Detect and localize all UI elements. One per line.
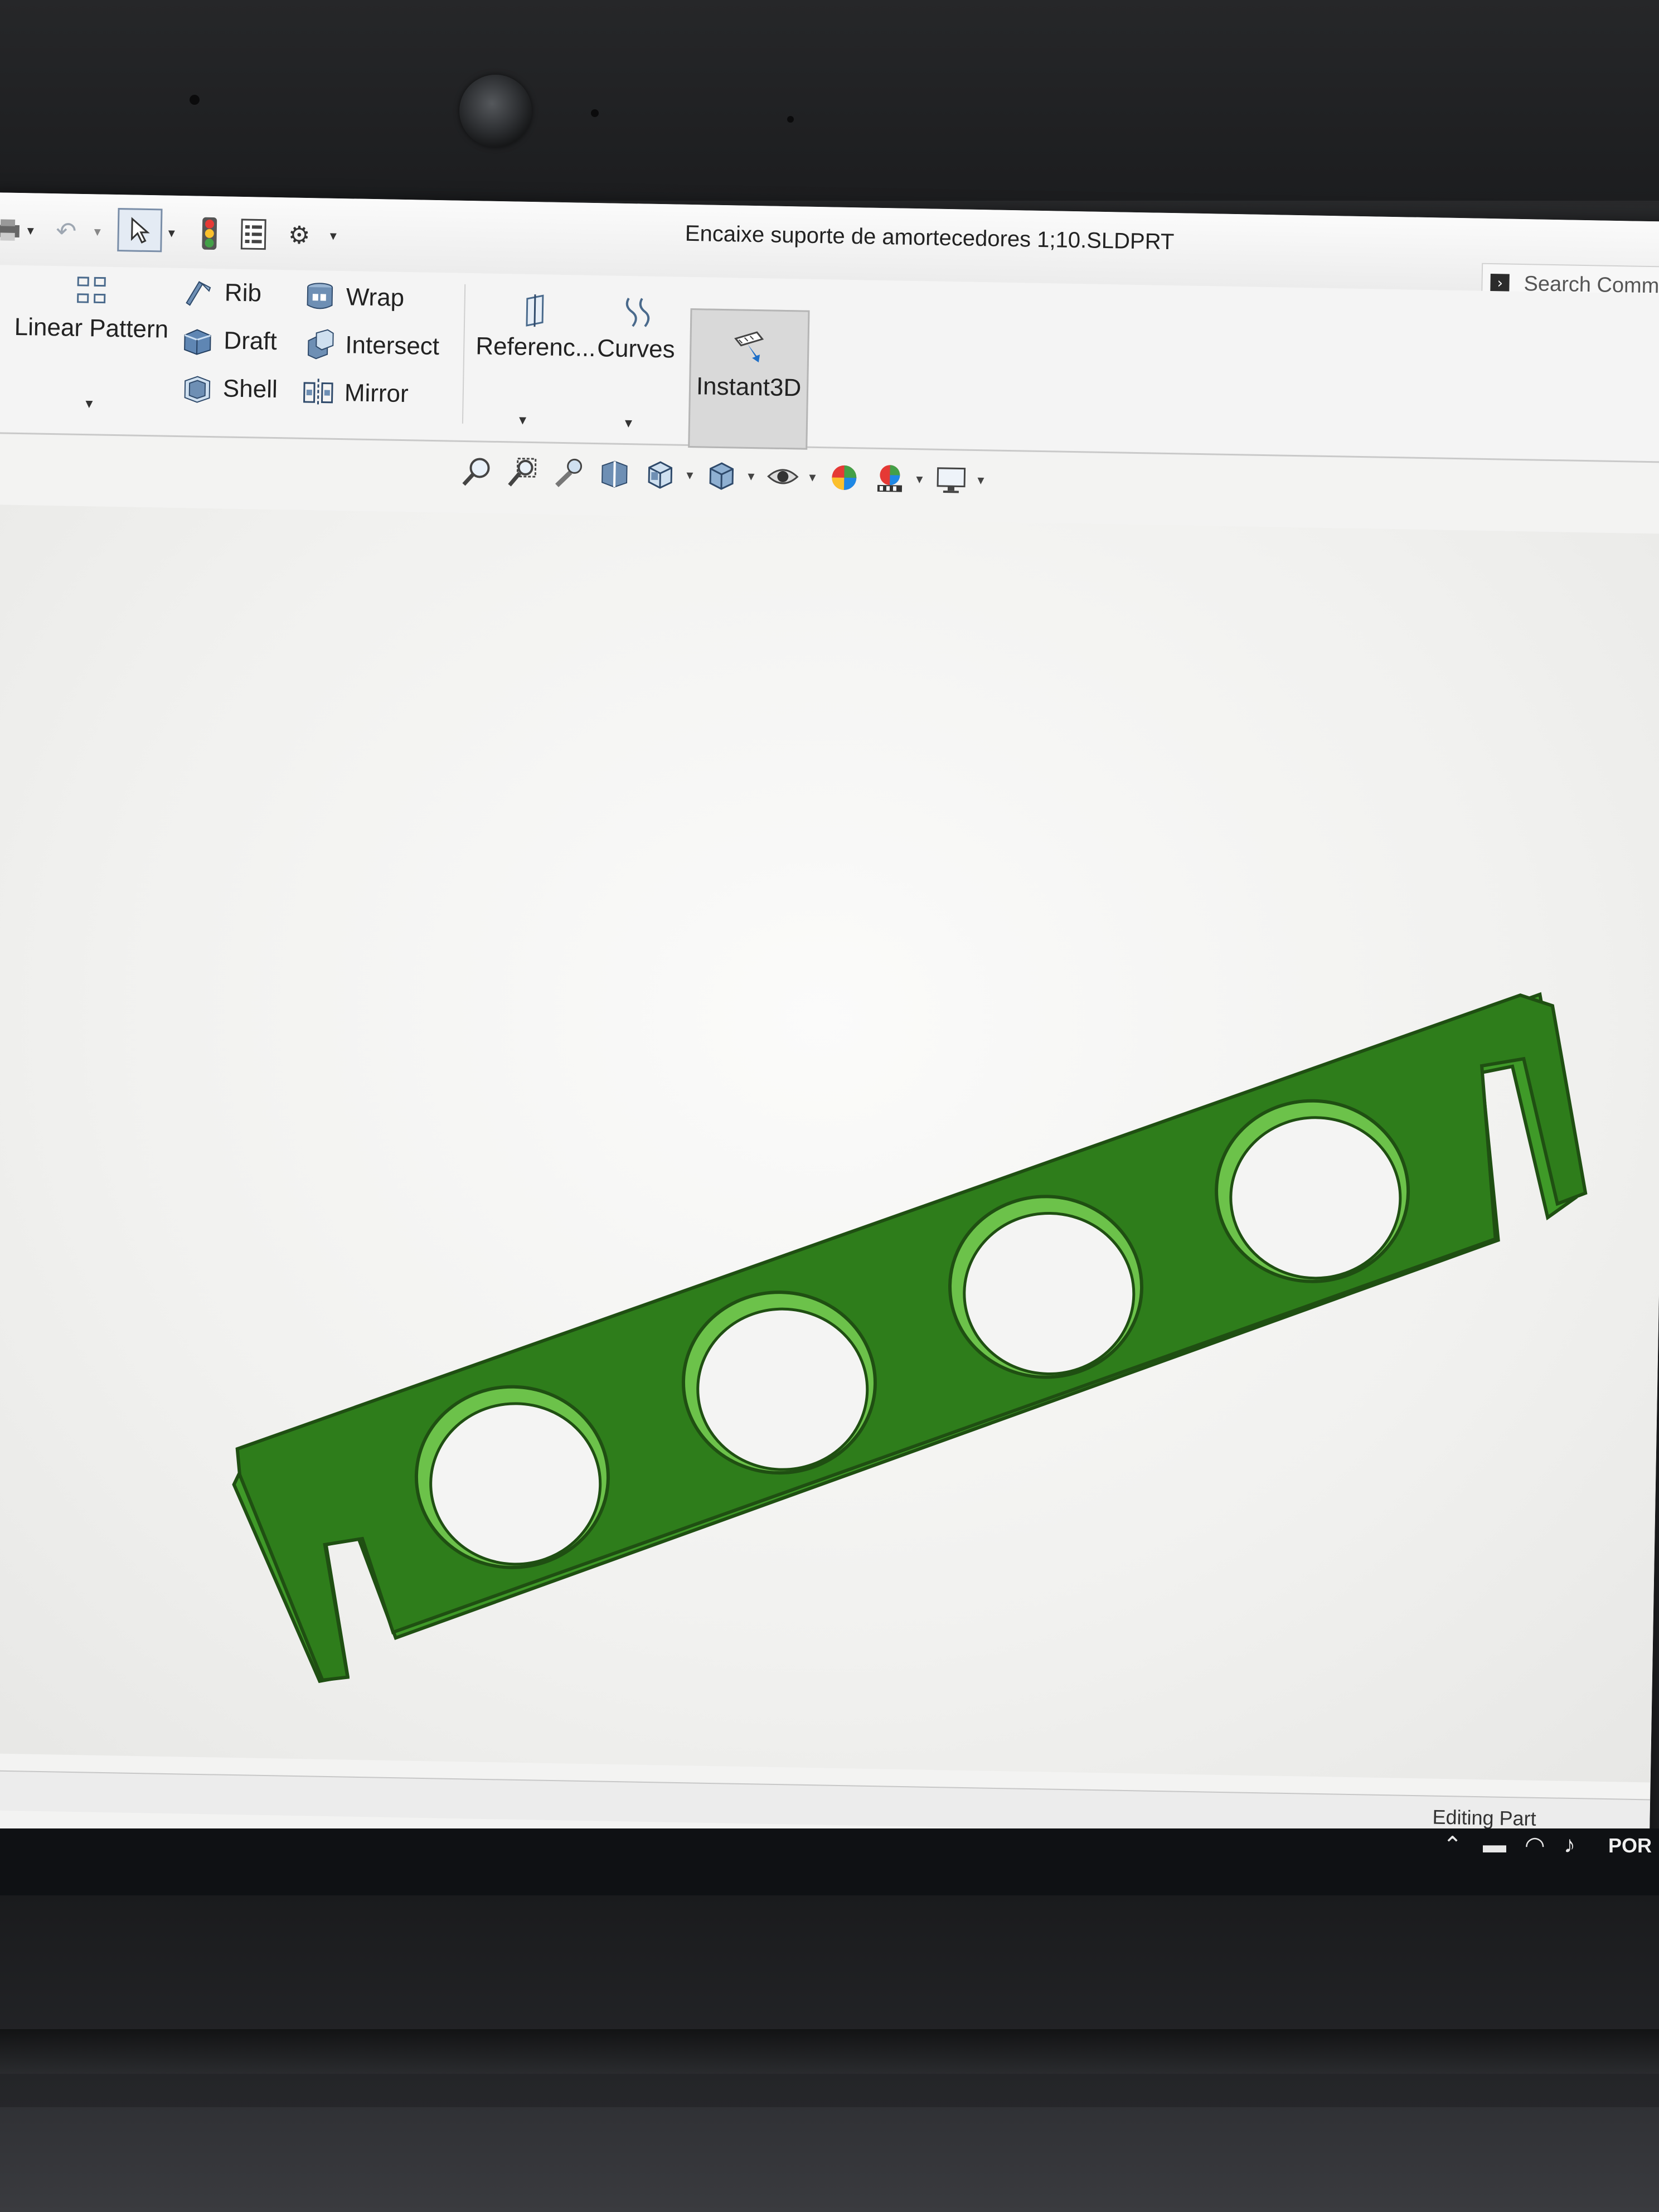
options-dropdown-chevron-icon[interactable]: ▾ [324, 216, 342, 256]
part-model[interactable] [0, 505, 1659, 1783]
mirror-button[interactable]: Mirror [302, 376, 409, 410]
file-properties-icon[interactable] [236, 215, 270, 254]
photo-stage: ▾ ↶ ▾ ▾ ⚙ ▾ Encaixe suporte de amorteced… [0, 0, 1659, 2212]
print-dropdown-chevron-icon[interactable]: ▾ [25, 211, 36, 250]
curves-button[interactable]: Curves [597, 294, 676, 363]
hide-show-dropdown-chevron-icon[interactable]: ▾ [809, 469, 816, 485]
section-view-icon[interactable] [595, 454, 634, 493]
traffic-light-icon[interactable] [195, 214, 224, 253]
shell-label: Shell [222, 375, 278, 404]
input-language-indicator[interactable]: POR [1608, 1834, 1652, 1857]
instant3d-button[interactable]: Instant3D [688, 308, 810, 450]
display-style-dropdown-chevron-icon[interactable]: ▾ [748, 468, 755, 484]
chevron-up-icon[interactable]: ⌃ [1443, 1831, 1462, 1859]
zoom-to-fit-icon[interactable] [458, 452, 497, 491]
bezel-sensor-dot [591, 109, 599, 117]
view-orientation-dropdown-chevron-icon[interactable]: ▾ [686, 467, 693, 483]
undo-icon[interactable]: ↶ [49, 211, 83, 251]
instant3d-label: Instant3D [696, 372, 802, 402]
rib-icon [186, 281, 211, 306]
gear-icon[interactable]: ⚙ [282, 215, 316, 255]
select-arrow-icon[interactable] [117, 208, 163, 253]
mirror-icon [303, 379, 333, 407]
reference-geometry-icon [526, 294, 544, 327]
reference-geometry-label: Referenc... [475, 332, 596, 362]
linear-pattern-label: Linear Pattern [14, 313, 169, 343]
view-settings-dropdown-chevron-icon[interactable]: ▾ [977, 472, 984, 488]
keyboard-edge [0, 2107, 1659, 2212]
bezel-sensor-dot [787, 116, 794, 123]
speaker-icon[interactable]: ♪ [1564, 1831, 1575, 1858]
apply-scene-dropdown-chevron-icon[interactable]: ▾ [916, 471, 923, 487]
wifi-icon[interactable]: ◠ [1525, 1831, 1545, 1859]
instant3d-icon [734, 331, 764, 363]
monitor-screen: ▾ ↶ ▾ ▾ ⚙ ▾ Encaixe suporte de amorteced… [0, 192, 1659, 1883]
edit-appearance-icon[interactable] [824, 458, 864, 497]
monitor-bezel-top [0, 0, 1659, 201]
draft-button[interactable]: Draft [181, 324, 277, 358]
intersect-button[interactable]: Intersect [303, 328, 440, 363]
hole [948, 1195, 1144, 1379]
command-manager-ribbon: t Linear Pattern ▾ Rib Draft Shell Wrap [0, 264, 1659, 463]
heads-up-view-toolbar: ▾ ▾ ▾ ▾ ▾ [458, 446, 994, 506]
intersect-icon [307, 329, 334, 360]
rib-button[interactable]: Rib [182, 276, 261, 309]
apply-scene-icon[interactable] [870, 459, 910, 498]
view-orientation-icon[interactable] [641, 454, 680, 494]
shell-icon [184, 376, 211, 403]
document-title: Encaixe suporte de amortecedores 1;10.SL… [685, 221, 1175, 255]
reference-geometry-dropdown-chevron-icon[interactable]: ▾ [519, 411, 527, 429]
print-icon[interactable] [0, 210, 22, 250]
curves-dropdown-chevron-icon[interactable]: ▾ [625, 414, 633, 431]
mirror-label: Mirror [344, 379, 409, 408]
graphics-area[interactable] [0, 504, 1659, 1783]
shell-button[interactable]: Shell [180, 372, 278, 406]
rib-label: Rib [224, 279, 262, 307]
windows-taskbar [0, 1828, 1659, 1907]
linear-pattern-icon [77, 276, 106, 304]
display-style-icon[interactable] [702, 455, 741, 495]
draft-label: Draft [223, 327, 278, 356]
webcam-icon [459, 75, 532, 147]
laptop-hinge [0, 2029, 1659, 2074]
previous-view-icon[interactable] [549, 453, 589, 493]
view-settings-icon[interactable] [932, 460, 971, 499]
hole [1215, 1099, 1410, 1283]
intersect-label: Intersect [345, 331, 440, 361]
hide-show-items-icon[interactable] [763, 457, 803, 496]
select-dropdown-chevron-icon[interactable]: ▾ [163, 213, 180, 253]
linear-pattern-dropdown-chevron-icon[interactable]: ▾ [85, 395, 93, 412]
reference-geometry-button[interactable]: Referenc... [476, 292, 596, 362]
command-search-icon: › [1490, 274, 1510, 293]
wrap-button[interactable]: Wrap [303, 280, 405, 314]
linear-pattern-button[interactable]: Linear Pattern [14, 273, 169, 344]
ribbon-separator [462, 284, 466, 424]
part-top-face [235, 993, 1588, 1682]
wrap-icon [307, 283, 333, 309]
status-text: Editing Part [1432, 1805, 1536, 1830]
undo-dropdown-chevron-icon[interactable]: ▾ [91, 212, 103, 251]
hole [414, 1385, 610, 1569]
draft-icon [184, 329, 211, 355]
wrap-label: Wrap [346, 283, 405, 312]
bezel-sensor-dot [190, 95, 200, 105]
curves-label: Curves [596, 334, 676, 363]
curves-icon [625, 298, 649, 327]
zoom-to-area-icon[interactable] [503, 452, 543, 492]
hole [681, 1291, 877, 1475]
battery-icon[interactable]: ▬ [1483, 1831, 1506, 1858]
